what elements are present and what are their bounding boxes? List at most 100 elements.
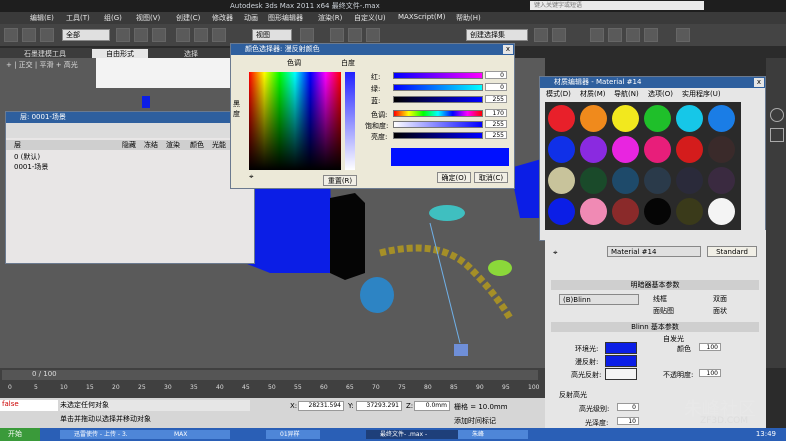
green-input[interactable]: 0 <box>485 83 507 91</box>
menu-customize[interactable]: 自定义(U) <box>354 13 386 23</box>
menu-group[interactable]: 组(G) <box>104 13 122 23</box>
col-radiosity[interactable]: 光能 <box>212 140 226 150</box>
option-wire[interactable]: 线框 <box>653 294 667 304</box>
material-sample-slot[interactable] <box>580 105 607 132</box>
x-coordinate-input[interactable]: 28231.594 <box>298 401 344 411</box>
reset-button[interactable]: 重置(R) <box>323 175 357 186</box>
table-row[interactable]: 0001-场景 <box>14 162 48 172</box>
reference-coord-combo[interactable]: 视图 <box>252 29 292 41</box>
undo-icon[interactable] <box>4 28 18 42</box>
material-sample-slot[interactable] <box>612 198 639 225</box>
value-slider[interactable] <box>393 132 483 139</box>
saturation-input[interactable]: 255 <box>485 120 507 128</box>
scale-icon[interactable] <box>212 28 226 42</box>
material-sample-slot[interactable] <box>548 105 575 132</box>
option-face-map[interactable]: 面贴图 <box>653 306 674 316</box>
material-sample-slot[interactable] <box>676 167 703 194</box>
material-type-button[interactable]: Standard <box>707 246 757 257</box>
redo-icon[interactable] <box>22 28 36 42</box>
value-input[interactable]: 255 <box>485 131 507 139</box>
material-sample-slot[interactable] <box>548 198 575 225</box>
self-illum-input[interactable]: 100 <box>699 343 721 351</box>
task-folder[interactable]: 01异样 <box>266 430 320 439</box>
hue-whiteness-field[interactable] <box>249 72 341 170</box>
material-sample-slot[interactable] <box>644 136 671 163</box>
menu-material[interactable]: 材质(M) <box>580 89 606 99</box>
diffuse-swatch[interactable] <box>605 355 637 367</box>
material-sample-slot[interactable] <box>580 167 607 194</box>
menu-utilities[interactable]: 实用程序(U) <box>682 89 721 99</box>
cancel-button[interactable]: 取消(C) <box>474 172 508 183</box>
blinn-rollout-header[interactable]: Blinn 基本参数 <box>551 322 759 332</box>
select-icon[interactable] <box>116 28 130 42</box>
option-two-sided[interactable]: 双面 <box>713 294 727 304</box>
green-slider[interactable] <box>393 84 483 91</box>
col-color[interactable]: 颜色 <box>190 140 204 150</box>
render-setup-icon[interactable] <box>626 28 640 42</box>
task-3dsmax[interactable]: 最终文件- .max - <box>366 430 468 439</box>
teapot-icon[interactable] <box>676 28 690 42</box>
add-time-tag[interactable]: 添加时间标记 <box>454 416 496 426</box>
render-icon[interactable] <box>644 28 658 42</box>
select-by-name-icon[interactable] <box>134 28 148 42</box>
col-hide[interactable]: 隐藏 <box>122 140 136 150</box>
opacity-input[interactable]: 100 <box>699 369 721 377</box>
selection-filter[interactable]: 全部 <box>62 29 110 41</box>
specular-swatch[interactable] <box>605 368 637 380</box>
eyedropper-icon[interactable]: ⌖ <box>249 172 259 182</box>
material-sample-slot[interactable] <box>708 198 735 225</box>
col-render[interactable]: 渲染 <box>166 140 180 150</box>
angle-snap-icon[interactable] <box>348 28 362 42</box>
menu-animation[interactable]: 动画 <box>244 13 258 23</box>
mirror-icon[interactable] <box>534 28 548 42</box>
ok-button[interactable]: 确定(O) <box>437 172 471 183</box>
saturation-slider[interactable] <box>393 121 483 128</box>
spec-level-input[interactable]: 0 <box>617 403 639 411</box>
shader-rollout-header[interactable]: 明暗器基本参数 <box>551 280 759 290</box>
material-editor-icon[interactable] <box>608 28 622 42</box>
menu-edit[interactable]: 编辑(E) <box>30 13 54 23</box>
y-coordinate-input[interactable]: 37293.291 <box>356 401 402 411</box>
ambient-swatch[interactable] <box>605 342 637 354</box>
material-sample-slot[interactable] <box>708 136 735 163</box>
menu-mode[interactable]: 模式(D) <box>546 89 571 99</box>
hue-slider[interactable] <box>393 110 483 117</box>
material-sample-slot[interactable] <box>644 198 671 225</box>
timeline-ruler[interactable]: 0 5 10 15 20 25 30 35 40 45 50 55 60 65 70 75 80 85 90 95 10… <box>0 382 545 396</box>
menu-views[interactable]: 视图(V) <box>136 13 160 23</box>
layer-dialog-title[interactable]: 层: 0001-场景 <box>6 112 254 123</box>
material-name-field[interactable]: Material #14 <box>607 246 701 257</box>
material-sample-slot[interactable] <box>580 136 607 163</box>
menu-tools[interactable]: 工具(T) <box>66 13 90 23</box>
material-sample-slot[interactable] <box>580 198 607 225</box>
material-sample-slot[interactable] <box>676 105 703 132</box>
eyedropper-icon[interactable]: ⌖ <box>553 248 558 258</box>
material-sample-slot[interactable] <box>708 167 735 194</box>
sphere-icon[interactable] <box>770 108 784 122</box>
material-sample-slot[interactable] <box>612 167 639 194</box>
named-selection-set[interactable]: 创建选择集 <box>466 29 528 41</box>
box-icon[interactable] <box>770 128 784 142</box>
task-zhufeng[interactable]: 朱峰 <box>458 430 528 439</box>
color-picker-title[interactable]: 颜色选择器: 漫反射颜色 <box>231 44 514 55</box>
menu-options[interactable]: 选项(O) <box>648 89 673 99</box>
material-sample-slot[interactable] <box>676 198 703 225</box>
option-faceted[interactable]: 面状 <box>713 306 727 316</box>
material-sample-slot[interactable] <box>548 136 575 163</box>
menu-maxscript[interactable]: MAXScript(M) <box>398 13 445 21</box>
menu-navigation[interactable]: 导航(N) <box>614 89 639 99</box>
blue-input[interactable]: 255 <box>485 95 507 103</box>
close-icon[interactable]: x <box>754 78 764 87</box>
maxscript-listener[interactable]: false <box>0 400 58 411</box>
align-icon[interactable] <box>552 28 566 42</box>
start-button[interactable]: 开始 <box>0 428 40 441</box>
red-input[interactable]: 0 <box>485 71 507 79</box>
material-editor-title[interactable]: 材质编辑器 - Material #14 <box>540 77 765 88</box>
red-slider[interactable] <box>393 72 483 79</box>
menu-rendering[interactable]: 渲染(R) <box>318 13 342 23</box>
material-sample-slot[interactable] <box>548 167 575 194</box>
time-slider[interactable]: 0 / 100 <box>2 370 538 380</box>
close-icon[interactable]: x <box>503 45 513 54</box>
link-icon[interactable] <box>40 28 54 42</box>
task-max[interactable]: MAX <box>160 430 230 439</box>
